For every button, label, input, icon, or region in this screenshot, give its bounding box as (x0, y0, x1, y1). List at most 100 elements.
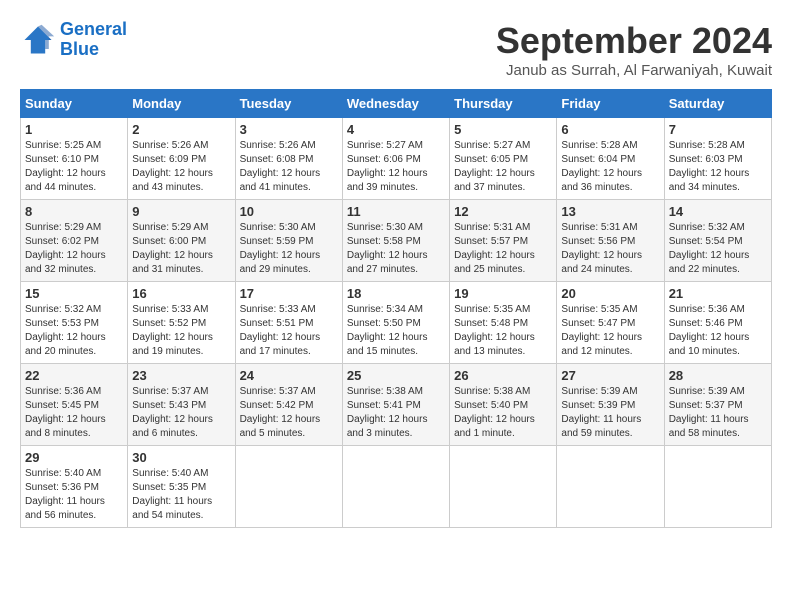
day-info: Sunrise: 5:30 AM Sunset: 5:59 PM Dayligh… (240, 221, 338, 277)
day-info: Sunrise: 5:37 AM Sunset: 5:43 PM Dayligh… (132, 385, 230, 441)
day-number: 6 (561, 122, 659, 137)
calendar-cell: 14 Sunrise: 5:32 AM Sunset: 5:54 PM Dayl… (664, 200, 771, 282)
day-number: 2 (132, 122, 230, 137)
logo-icon (20, 22, 56, 58)
calendar-week-row: 22 Sunrise: 5:36 AM Sunset: 5:45 PM Dayl… (21, 364, 772, 446)
day-info: Sunrise: 5:37 AM Sunset: 5:42 PM Dayligh… (240, 385, 338, 441)
day-number: 23 (132, 368, 230, 383)
calendar-cell: 4 Sunrise: 5:27 AM Sunset: 6:06 PM Dayli… (342, 118, 449, 200)
day-info: Sunrise: 5:29 AM Sunset: 6:00 PM Dayligh… (132, 221, 230, 277)
calendar-week-row: 1 Sunrise: 5:25 AM Sunset: 6:10 PM Dayli… (21, 118, 772, 200)
calendar-cell: 29 Sunrise: 5:40 AM Sunset: 5:36 PM Dayl… (21, 446, 128, 528)
weekday-header-row: SundayMondayTuesdayWednesdayThursdayFrid… (21, 90, 772, 118)
day-info: Sunrise: 5:27 AM Sunset: 6:06 PM Dayligh… (347, 139, 445, 195)
logo: General Blue (20, 20, 127, 60)
calendar-cell: 24 Sunrise: 5:37 AM Sunset: 5:42 PM Dayl… (235, 364, 342, 446)
calendar-cell: 16 Sunrise: 5:33 AM Sunset: 5:52 PM Dayl… (128, 282, 235, 364)
logo-line2: Blue (60, 39, 99, 59)
calendar-cell: 2 Sunrise: 5:26 AM Sunset: 6:09 PM Dayli… (128, 118, 235, 200)
day-info: Sunrise: 5:28 AM Sunset: 6:03 PM Dayligh… (669, 139, 767, 195)
day-info: Sunrise: 5:40 AM Sunset: 5:35 PM Dayligh… (132, 467, 230, 523)
day-info: Sunrise: 5:32 AM Sunset: 5:53 PM Dayligh… (25, 303, 123, 359)
day-number: 11 (347, 204, 445, 219)
day-info: Sunrise: 5:39 AM Sunset: 5:39 PM Dayligh… (561, 385, 659, 441)
calendar-cell: 23 Sunrise: 5:37 AM Sunset: 5:43 PM Dayl… (128, 364, 235, 446)
calendar-cell: 22 Sunrise: 5:36 AM Sunset: 5:45 PM Dayl… (21, 364, 128, 446)
calendar-cell (557, 446, 664, 528)
day-info: Sunrise: 5:36 AM Sunset: 5:45 PM Dayligh… (25, 385, 123, 441)
weekday-header: Saturday (664, 90, 771, 118)
day-number: 18 (347, 286, 445, 301)
day-info: Sunrise: 5:30 AM Sunset: 5:58 PM Dayligh… (347, 221, 445, 277)
calendar-cell: 11 Sunrise: 5:30 AM Sunset: 5:58 PM Dayl… (342, 200, 449, 282)
calendar-table: SundayMondayTuesdayWednesdayThursdayFrid… (20, 89, 772, 528)
day-info: Sunrise: 5:27 AM Sunset: 6:05 PM Dayligh… (454, 139, 552, 195)
calendar-cell: 30 Sunrise: 5:40 AM Sunset: 5:35 PM Dayl… (128, 446, 235, 528)
day-number: 17 (240, 286, 338, 301)
day-info: Sunrise: 5:29 AM Sunset: 6:02 PM Dayligh… (25, 221, 123, 277)
day-number: 30 (132, 450, 230, 465)
day-number: 13 (561, 204, 659, 219)
weekday-header: Wednesday (342, 90, 449, 118)
day-number: 10 (240, 204, 338, 219)
day-info: Sunrise: 5:26 AM Sunset: 6:09 PM Dayligh… (132, 139, 230, 195)
day-number: 4 (347, 122, 445, 137)
day-number: 14 (669, 204, 767, 219)
day-info: Sunrise: 5:36 AM Sunset: 5:46 PM Dayligh… (669, 303, 767, 359)
day-info: Sunrise: 5:32 AM Sunset: 5:54 PM Dayligh… (669, 221, 767, 277)
calendar-cell (664, 446, 771, 528)
calendar-cell: 21 Sunrise: 5:36 AM Sunset: 5:46 PM Dayl… (664, 282, 771, 364)
day-info: Sunrise: 5:40 AM Sunset: 5:36 PM Dayligh… (25, 467, 123, 523)
calendar-cell: 9 Sunrise: 5:29 AM Sunset: 6:00 PM Dayli… (128, 200, 235, 282)
day-info: Sunrise: 5:28 AM Sunset: 6:04 PM Dayligh… (561, 139, 659, 195)
calendar-cell: 8 Sunrise: 5:29 AM Sunset: 6:02 PM Dayli… (21, 200, 128, 282)
day-number: 5 (454, 122, 552, 137)
day-number: 15 (25, 286, 123, 301)
day-number: 22 (25, 368, 123, 383)
day-number: 28 (669, 368, 767, 383)
calendar-cell: 6 Sunrise: 5:28 AM Sunset: 6:04 PM Dayli… (557, 118, 664, 200)
calendar-cell: 19 Sunrise: 5:35 AM Sunset: 5:48 PM Dayl… (450, 282, 557, 364)
day-info: Sunrise: 5:31 AM Sunset: 5:57 PM Dayligh… (454, 221, 552, 277)
month-title: September 2024 (496, 20, 772, 62)
calendar-cell: 27 Sunrise: 5:39 AM Sunset: 5:39 PM Dayl… (557, 364, 664, 446)
logo-text: General Blue (60, 20, 127, 60)
calendar-cell: 18 Sunrise: 5:34 AM Sunset: 5:50 PM Dayl… (342, 282, 449, 364)
day-number: 26 (454, 368, 552, 383)
location-subtitle: Janub as Surrah, Al Farwaniyah, Kuwait (496, 62, 772, 79)
day-info: Sunrise: 5:26 AM Sunset: 6:08 PM Dayligh… (240, 139, 338, 195)
day-number: 29 (25, 450, 123, 465)
day-info: Sunrise: 5:38 AM Sunset: 5:41 PM Dayligh… (347, 385, 445, 441)
weekday-header: Friday (557, 90, 664, 118)
day-info: Sunrise: 5:34 AM Sunset: 5:50 PM Dayligh… (347, 303, 445, 359)
title-block: September 2024 Janub as Surrah, Al Farwa… (496, 20, 772, 79)
day-number: 21 (669, 286, 767, 301)
weekday-header: Sunday (21, 90, 128, 118)
day-number: 20 (561, 286, 659, 301)
logo-line1: General (60, 19, 127, 39)
day-number: 16 (132, 286, 230, 301)
page-header: General Blue September 2024 Janub as Sur… (20, 20, 772, 79)
calendar-cell: 26 Sunrise: 5:38 AM Sunset: 5:40 PM Dayl… (450, 364, 557, 446)
day-number: 7 (669, 122, 767, 137)
day-info: Sunrise: 5:31 AM Sunset: 5:56 PM Dayligh… (561, 221, 659, 277)
calendar-cell: 7 Sunrise: 5:28 AM Sunset: 6:03 PM Dayli… (664, 118, 771, 200)
day-info: Sunrise: 5:35 AM Sunset: 5:48 PM Dayligh… (454, 303, 552, 359)
weekday-header: Monday (128, 90, 235, 118)
calendar-cell: 13 Sunrise: 5:31 AM Sunset: 5:56 PM Dayl… (557, 200, 664, 282)
calendar-cell: 25 Sunrise: 5:38 AM Sunset: 5:41 PM Dayl… (342, 364, 449, 446)
day-info: Sunrise: 5:33 AM Sunset: 5:52 PM Dayligh… (132, 303, 230, 359)
calendar-cell (342, 446, 449, 528)
day-number: 27 (561, 368, 659, 383)
calendar-cell: 28 Sunrise: 5:39 AM Sunset: 5:37 PM Dayl… (664, 364, 771, 446)
day-number: 12 (454, 204, 552, 219)
day-number: 19 (454, 286, 552, 301)
calendar-cell: 10 Sunrise: 5:30 AM Sunset: 5:59 PM Dayl… (235, 200, 342, 282)
calendar-week-row: 8 Sunrise: 5:29 AM Sunset: 6:02 PM Dayli… (21, 200, 772, 282)
calendar-cell: 12 Sunrise: 5:31 AM Sunset: 5:57 PM Dayl… (450, 200, 557, 282)
calendar-cell (235, 446, 342, 528)
calendar-cell: 3 Sunrise: 5:26 AM Sunset: 6:08 PM Dayli… (235, 118, 342, 200)
calendar-cell: 1 Sunrise: 5:25 AM Sunset: 6:10 PM Dayli… (21, 118, 128, 200)
day-info: Sunrise: 5:33 AM Sunset: 5:51 PM Dayligh… (240, 303, 338, 359)
day-number: 3 (240, 122, 338, 137)
